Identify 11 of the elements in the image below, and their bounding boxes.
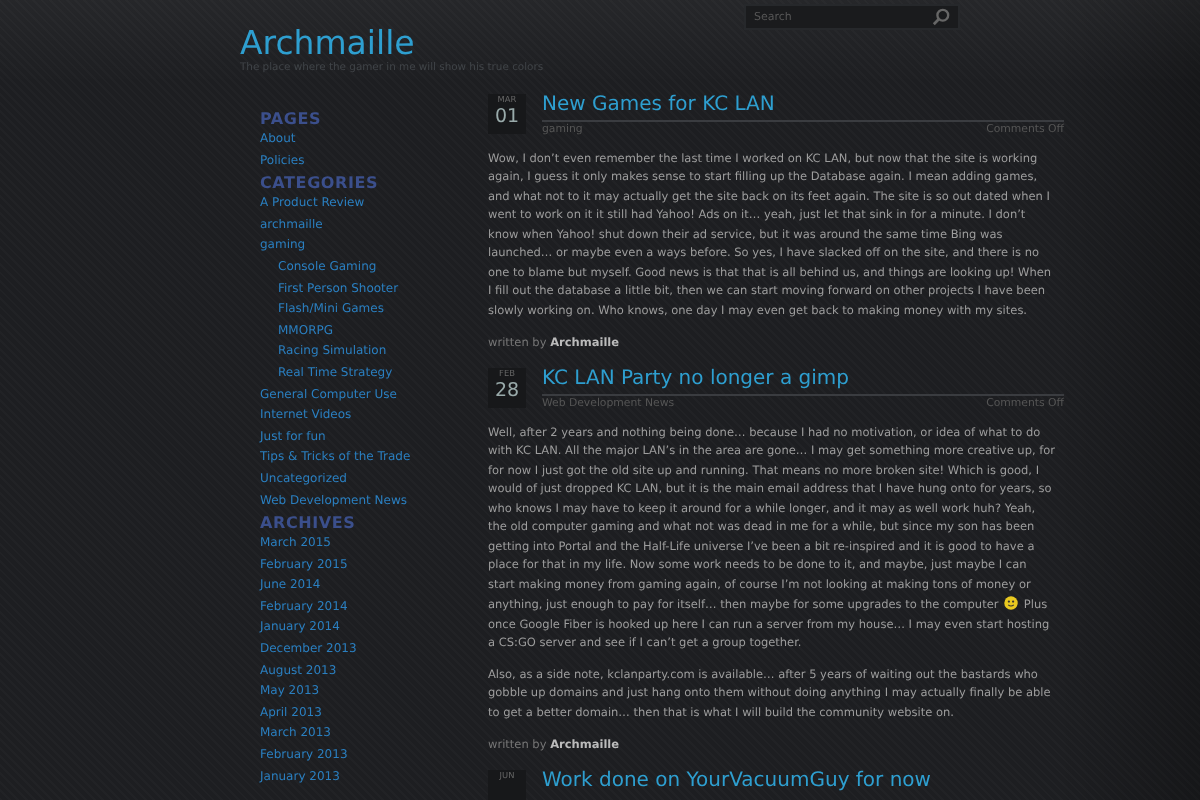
post-title[interactable]: New Games for KC LAN	[542, 94, 775, 118]
post-title[interactable]: KC LAN Party no longer a gimp	[542, 368, 849, 392]
date-day: 28	[488, 380, 526, 402]
search-icon[interactable]	[932, 8, 950, 26]
sidebar-heading: CATEGORIES	[260, 172, 381, 195]
smiley-icon	[1004, 596, 1019, 610]
date-day: 01	[488, 106, 526, 128]
post-title[interactable]: Work done on YourVacuumGuy for now	[542, 770, 931, 794]
sidebar-heading: PAGES	[260, 108, 324, 130]
sidebar-heading: ARCHIVES	[260, 512, 358, 535]
site-title[interactable]: Archmaille	[240, 26, 1200, 62]
